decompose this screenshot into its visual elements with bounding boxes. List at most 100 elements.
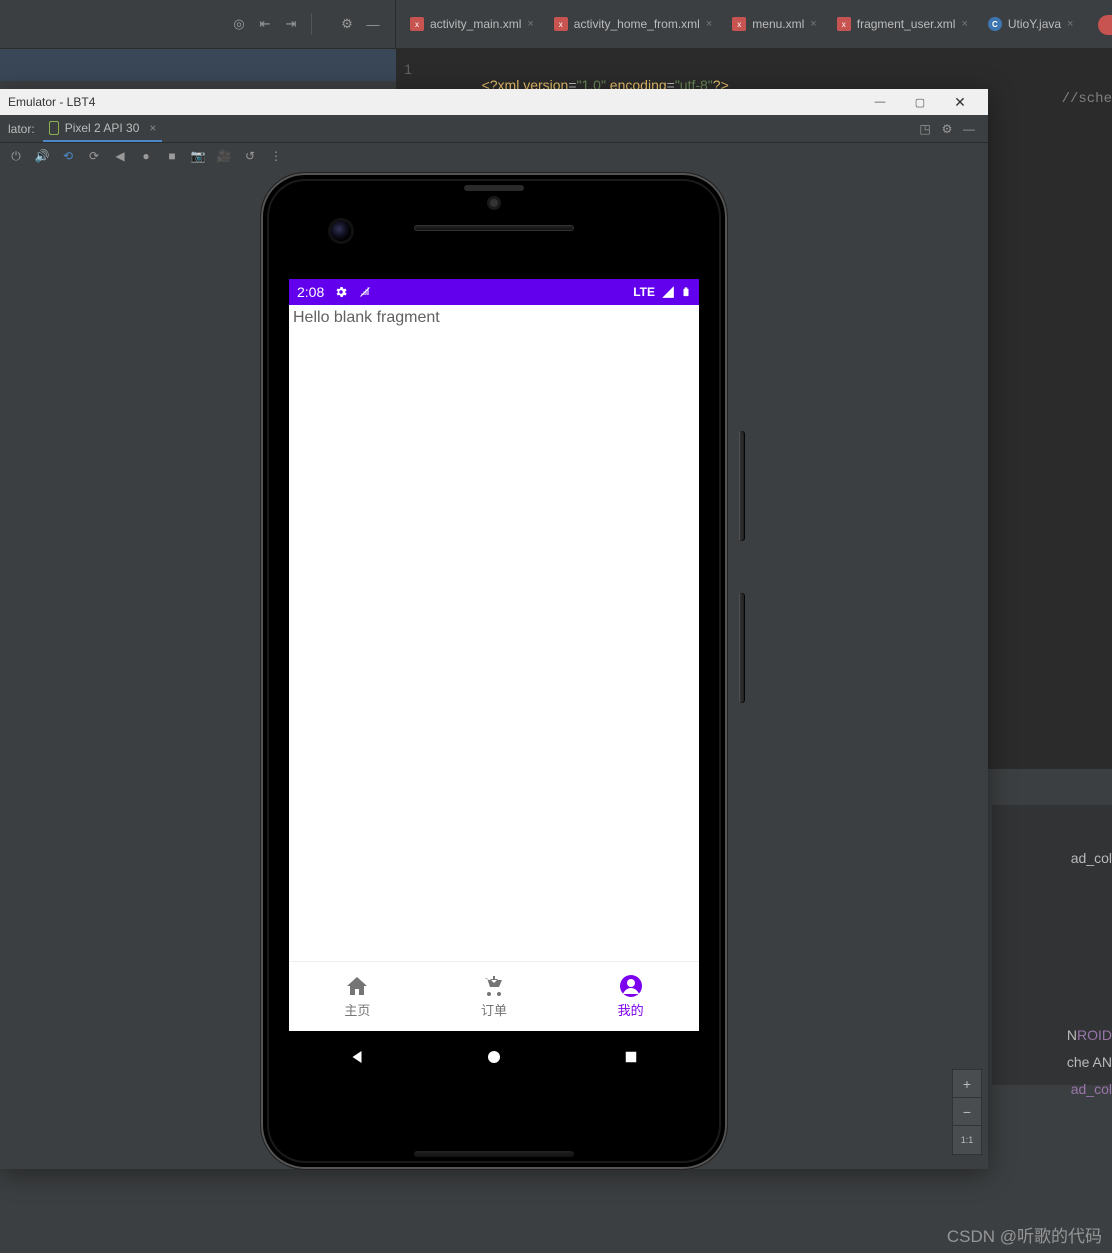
close-icon[interactable]: × xyxy=(961,18,967,30)
phone-device: 2:08 LTE Hello blank fragment xyxy=(249,171,739,1171)
window-maximize-button[interactable]: ▢ xyxy=(900,96,940,109)
gear-icon[interactable]: ⚙ xyxy=(339,16,355,32)
status-time: 2:08 xyxy=(297,284,324,300)
ide-top-bar: ◎ ⇤ ⇥ ⚙ — x activity_main.xml × x activi… xyxy=(0,0,1112,49)
file-tab-label: activity_home_from.xml xyxy=(574,17,700,31)
history-icon[interactable]: ↺ xyxy=(242,148,258,164)
home-icon xyxy=(345,974,369,998)
bottom-navigation: 主页 订单 我的 xyxy=(289,961,699,1031)
emulator-title: Emulator - LBT4 xyxy=(8,95,95,109)
watermark: CSDN @听歌的代码 xyxy=(947,1222,1102,1247)
nav-label: 主页 xyxy=(344,1000,370,1019)
app-content[interactable]: Hello blank fragment xyxy=(289,305,699,961)
phone-bottom-grill xyxy=(414,1151,574,1157)
close-icon[interactable]: × xyxy=(527,18,533,30)
android-system-nav xyxy=(289,1031,699,1083)
sys-back-icon[interactable] xyxy=(348,1048,366,1066)
emulator-subbar: lator: Pixel 2 API 30 × ◳ ⚙ — xyxy=(0,115,988,143)
home-icon[interactable]: ● xyxy=(138,148,154,164)
code-fragment: ad_col xyxy=(1067,848,1112,870)
zoom-reset-button[interactable]: 1:1 xyxy=(953,1126,981,1154)
zoom-control: + − 1:1 xyxy=(952,1069,982,1155)
close-icon[interactable]: × xyxy=(706,18,712,30)
more-icon[interactable]: ⋮ xyxy=(268,148,284,164)
fragment-text: Hello blank fragment xyxy=(293,309,440,326)
file-tab-utioy-java[interactable]: C UtioY.java × xyxy=(978,0,1084,48)
emulator-toolbar: ⏻ 🔊 ⟲ ⟳ ◀ ● ■ 📷 🎥 ↺ ⋮ xyxy=(0,143,988,169)
file-tab-menu[interactable]: x menu.xml × xyxy=(722,0,826,48)
phone-side-button xyxy=(739,593,745,703)
emulator-label: lator: xyxy=(8,122,35,136)
android-status-bar: 2:08 LTE xyxy=(289,279,699,305)
nav-item-home[interactable]: 主页 xyxy=(289,962,426,1031)
code-fragment: che AN xyxy=(1063,1052,1112,1074)
xml-file-icon: x xyxy=(554,17,568,31)
window-close-button[interactable]: ✕ xyxy=(940,94,980,111)
emulator-window: Emulator - LBT4 — ▢ ✕ lator: Pixel 2 API… xyxy=(0,89,988,1169)
gear-icon[interactable]: ⚙ xyxy=(936,122,958,136)
record-icon[interactable]: 🎥 xyxy=(216,148,232,164)
battery-icon xyxy=(681,285,691,299)
emulator-titlebar[interactable]: Emulator - LBT4 — ▢ ✕ xyxy=(0,89,988,115)
xml-file-icon: x xyxy=(732,17,746,31)
gear-icon xyxy=(334,285,348,299)
indent-right-icon[interactable]: ⇥ xyxy=(283,16,299,32)
sys-home-icon[interactable] xyxy=(485,1048,503,1066)
file-tab-label: activity_main.xml xyxy=(430,17,521,31)
overview-icon[interactable]: ■ xyxy=(164,148,180,164)
file-tab-activity-home-from[interactable]: x activity_home_from.xml × xyxy=(544,0,722,48)
phone-camera xyxy=(331,221,351,241)
no-signal-icon xyxy=(358,286,372,298)
person-icon xyxy=(619,974,643,998)
zoom-out-button[interactable]: − xyxy=(953,1098,981,1126)
phone-body: 2:08 LTE Hello blank fragment xyxy=(261,173,727,1169)
back-icon[interactable]: ◀ xyxy=(112,148,128,164)
window-mode-icon[interactable]: ◳ xyxy=(914,122,936,136)
nav-item-profile[interactable]: 我的 xyxy=(562,962,699,1031)
power-icon[interactable]: ⏻ xyxy=(8,148,24,164)
minimize-icon[interactable]: — xyxy=(958,122,980,136)
signal-icon xyxy=(661,285,675,299)
nav-label: 订单 xyxy=(481,1000,507,1019)
device-tab[interactable]: Pixel 2 API 30 × xyxy=(43,115,163,142)
window-minimize-button[interactable]: — xyxy=(860,96,900,108)
cart-icon xyxy=(482,974,506,998)
file-tab-label: menu.xml xyxy=(752,17,804,31)
xml-file-icon: x xyxy=(410,17,424,31)
ide-top-left-tools: ◎ ⇤ ⇥ ⚙ — xyxy=(0,0,396,48)
code-fragment: NROID xyxy=(1063,1025,1112,1047)
sys-overview-icon[interactable] xyxy=(622,1048,640,1066)
minimize-icon[interactable]: — xyxy=(365,16,381,32)
close-icon[interactable]: × xyxy=(1067,18,1073,30)
rotate-left-icon[interactable]: ⟲ xyxy=(60,148,76,164)
rotate-right-icon[interactable]: ⟳ xyxy=(86,148,102,164)
java-file-icon: C xyxy=(988,17,1002,31)
left-panel-header xyxy=(0,49,396,81)
target-icon[interactable]: ◎ xyxy=(231,16,247,32)
file-tab-activity-main[interactable]: x activity_main.xml × xyxy=(400,0,544,48)
nav-label: 我的 xyxy=(618,1000,644,1019)
device-tab-label: Pixel 2 API 30 xyxy=(65,121,140,135)
code-fragment-right: //sche xyxy=(1062,91,1112,107)
phone-notch xyxy=(490,199,498,207)
status-lte: LTE xyxy=(633,285,655,299)
file-tab-fragment-user[interactable]: x fragment_user.xml × xyxy=(827,0,978,48)
error-indicator-icon[interactable] xyxy=(1098,15,1112,35)
close-icon[interactable]: × xyxy=(149,121,156,135)
screenshot-icon[interactable]: 📷 xyxy=(190,148,206,164)
phone-top-grill xyxy=(464,185,524,191)
nav-item-orders[interactable]: 订单 xyxy=(426,962,563,1031)
phone-speaker xyxy=(414,225,574,231)
line-number: 1 xyxy=(386,61,426,77)
close-icon[interactable]: × xyxy=(810,18,816,30)
file-tab-label: UtioY.java xyxy=(1008,17,1061,31)
phone-icon xyxy=(49,121,59,135)
editor-file-tabs: x activity_main.xml × x activity_home_fr… xyxy=(396,0,1083,48)
indent-left-icon[interactable]: ⇤ xyxy=(257,16,273,32)
xml-file-icon: x xyxy=(837,17,851,31)
code-fragment: ad_col xyxy=(1067,1079,1112,1101)
volume-up-icon[interactable]: 🔊 xyxy=(34,148,50,164)
zoom-in-button[interactable]: + xyxy=(953,1070,981,1098)
emulator-canvas: 2:08 LTE Hello blank fragment xyxy=(0,171,988,1169)
phone-side-button xyxy=(739,431,745,541)
